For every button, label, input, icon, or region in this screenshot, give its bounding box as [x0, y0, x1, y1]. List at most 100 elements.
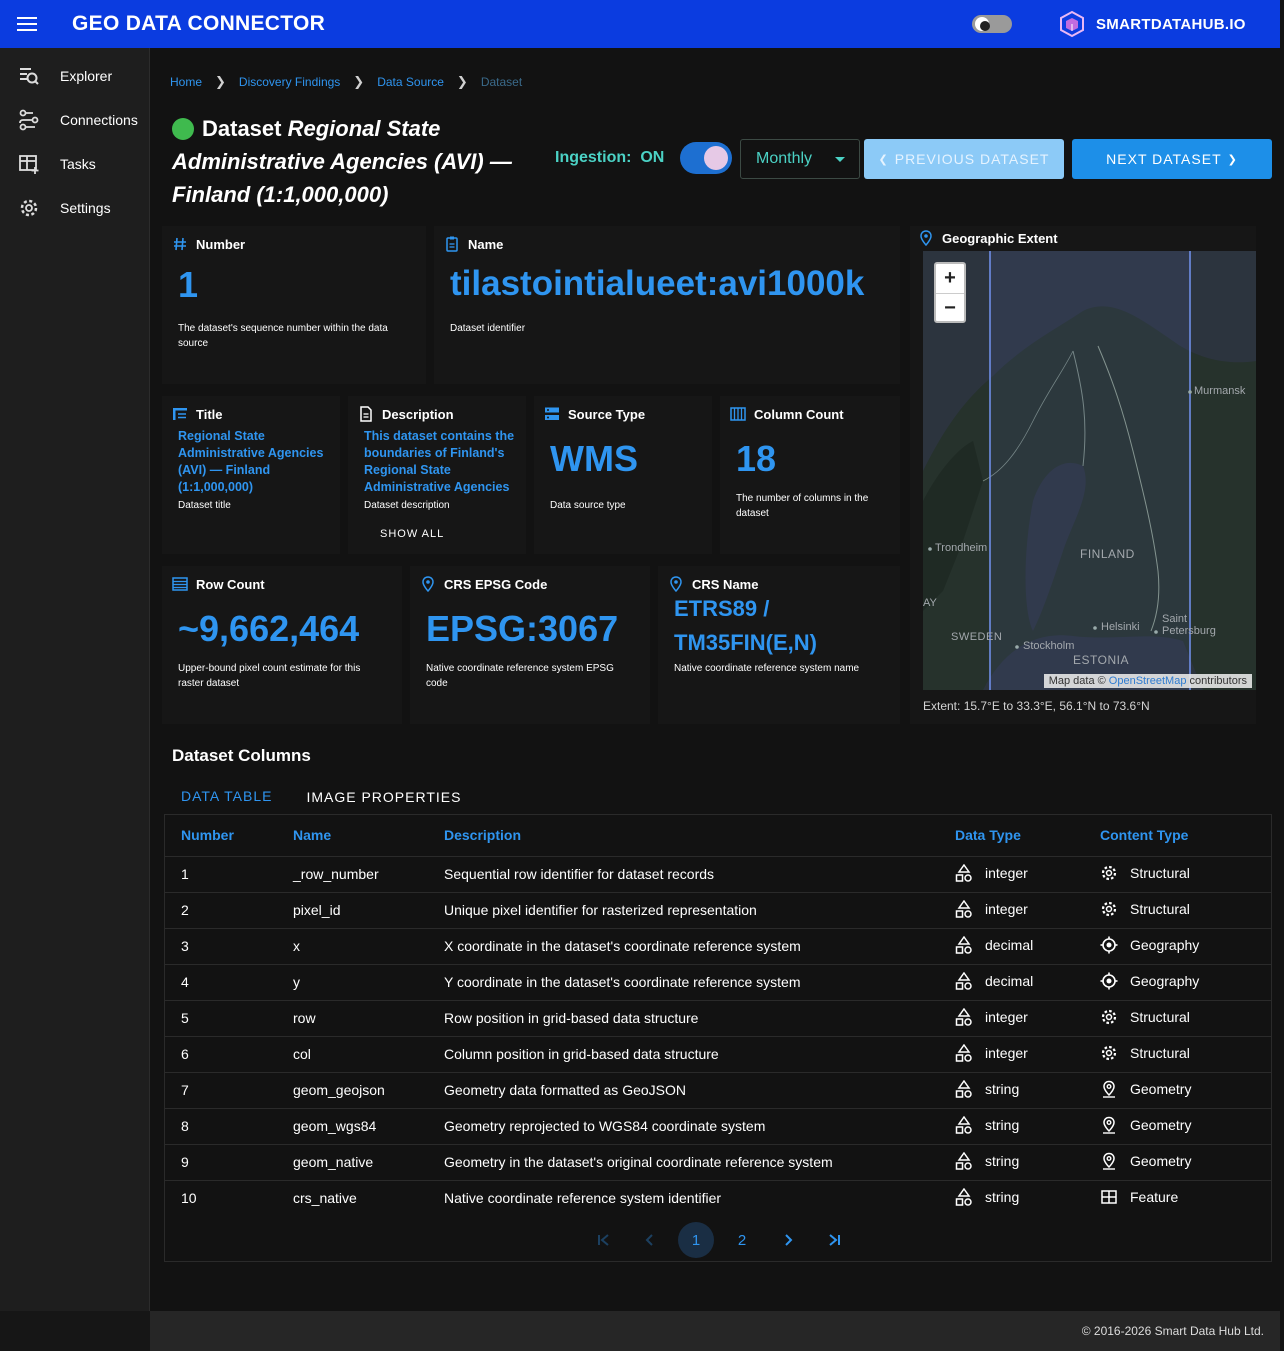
sidebar-item-connections[interactable]: Connections — [0, 98, 149, 142]
card-description: Data source type — [550, 500, 626, 511]
cell-name: row — [293, 1000, 444, 1037]
card-column-count: Column Count 18 The number of columns in… — [720, 396, 900, 554]
previous-dataset-button[interactable]: ❮ PREVIOUS DATASET — [864, 139, 1064, 179]
page-button-1[interactable]: 1 — [678, 1222, 714, 1258]
card-value: WMS — [550, 438, 638, 479]
next-page-button[interactable] — [770, 1222, 806, 1258]
map-place-label: AY — [923, 597, 937, 609]
column-header-data-type[interactable]: Data Type — [955, 815, 1100, 857]
sidebar-item-explorer[interactable]: Explorer — [0, 54, 149, 98]
breadcrumb-discovery-findings[interactable]: Discovery Findings — [239, 75, 340, 89]
table-row[interactable]: 5 row Row position in grid-based data stru… — [165, 1000, 1271, 1037]
card-description: Native coordinate reference system EPSG … — [426, 663, 614, 689]
card-header: Row Count — [172, 576, 265, 592]
cell-description: Unique pixel identifier for rasterized r… — [444, 892, 955, 929]
column-header-content-type[interactable]: Content Type — [1100, 815, 1271, 857]
chevron-left-icon — [645, 1234, 653, 1246]
last-page-icon — [829, 1234, 840, 1246]
sidebar-item-tasks[interactable]: Tasks — [0, 142, 149, 186]
card-description: Dataset description — [364, 500, 450, 511]
cell-content-type: Structural — [1100, 892, 1271, 929]
next-dataset-button[interactable]: NEXT DATASET ❯ — [1072, 139, 1272, 179]
cell-content-type: Structural — [1100, 1000, 1271, 1037]
data-type-shapes-icon — [955, 1115, 973, 1134]
sidebar-item-label: Explorer — [60, 68, 113, 84]
chevron-right-icon: ❯ — [456, 74, 468, 89]
zoom-in-button[interactable]: + — [936, 264, 964, 293]
first-page-button[interactable] — [586, 1222, 622, 1258]
location-pin-icon — [1100, 1080, 1118, 1098]
table-row[interactable]: 8 geom_wgs84 Geometry reprojected to WGS84… — [165, 1108, 1271, 1145]
cell-number: 6 — [165, 1036, 293, 1073]
content-type-label: Geography — [1130, 936, 1200, 953]
document-icon — [360, 406, 372, 422]
card-header: CRS EPSG Code — [420, 576, 547, 592]
page-button-2[interactable]: 2 — [724, 1222, 760, 1258]
rows-icon — [172, 577, 188, 591]
map-view[interactable]: Murmansk Trondheim FINLAND AY SWEDEN Hel… — [923, 251, 1256, 690]
card-crs-epsg: CRS EPSG Code EPSG:3067 Native coordinat… — [410, 566, 650, 724]
breadcrumb-home[interactable]: Home — [170, 75, 202, 89]
card-label: CRS Name — [692, 576, 759, 592]
cell-content-type: Structural — [1100, 1036, 1271, 1073]
ingestion-toggle[interactable] — [680, 142, 732, 174]
data-type-label: string — [985, 1080, 1020, 1097]
sidebar-item-settings[interactable]: Settings — [0, 186, 149, 230]
data-type-shapes-icon — [955, 1007, 973, 1026]
table-row[interactable]: 6 col Column position in grid-based data s… — [165, 1036, 1271, 1073]
column-header-description[interactable]: Description — [444, 815, 955, 857]
columns-tabs: DATA TABLE IMAGE PROPERTIES — [164, 778, 478, 816]
table-row[interactable]: 3xX coordinate in the dataset's coordina… — [165, 928, 1271, 965]
table-row[interactable]: 1 _row_number Sequential row identifier fo… — [165, 856, 1271, 893]
cell-number: 1 — [165, 856, 293, 893]
column-header-number[interactable]: Number — [165, 815, 293, 857]
column-header-name[interactable]: Name — [293, 815, 444, 857]
ingestion-toggle-knob — [704, 146, 728, 170]
tab-image-properties[interactable]: IMAGE PROPERTIES — [289, 778, 478, 816]
gear-icon — [1100, 1008, 1118, 1026]
show-all-button[interactable]: SHOW ALL — [380, 528, 444, 540]
last-page-button[interactable] — [816, 1222, 852, 1258]
chevron-right-icon — [785, 1234, 793, 1246]
tab-data-table[interactable]: DATA TABLE — [164, 778, 290, 816]
previous-page-button[interactable] — [632, 1222, 668, 1258]
breadcrumb-data-source[interactable]: Data Source — [377, 75, 444, 89]
data-type-shapes-icon — [955, 935, 973, 954]
page-title: Dataset Regional State Administrative Ag… — [172, 112, 542, 211]
previous-dataset-label: PREVIOUS DATASET — [894, 151, 1050, 167]
card-description: Native coordinate reference system name — [674, 663, 860, 674]
card-label: Title — [196, 406, 223, 422]
chevron-right-icon: ❯ — [215, 74, 226, 89]
data-type-label: integer — [985, 1008, 1028, 1025]
card-header: Source Type — [544, 406, 645, 422]
connections-icon — [19, 109, 39, 131]
columns-table-container: Number Name Description Data Type Conten… — [164, 814, 1272, 1262]
frequency-select[interactable]: Monthly — [740, 139, 860, 179]
card-label: Description — [382, 406, 454, 422]
cell-number: 10 — [181, 1190, 197, 1207]
table-row[interactable]: 7 geom_geojson Geometry data formatted as … — [165, 1072, 1271, 1109]
table-row[interactable]: 2 pixel_id Unique pixel identifier for ras… — [165, 892, 1271, 929]
page-title-prefix: Dataset — [202, 116, 288, 141]
brand[interactable]: SMARTDATAHUB.IO — [1058, 10, 1246, 38]
location-pin-icon — [670, 576, 682, 592]
cell-content-type: Geography — [1100, 928, 1271, 965]
table-header-row: Number Name Description Data Type Conten… — [165, 815, 1271, 857]
map-place-label: ESTONIA — [1073, 653, 1129, 667]
theme-toggle[interactable] — [972, 15, 1012, 33]
content-type-label: Structural — [1130, 1008, 1190, 1025]
app-title: GEO DATA CONNECTOR — [72, 12, 326, 35]
card-value: This dataset contains the boundaries of … — [364, 429, 515, 494]
zoom-out-button[interactable]: − — [936, 293, 964, 322]
table-row[interactable]: 9 geom_native Geometry in the dataset's or… — [165, 1144, 1271, 1181]
content-type-label: Structural — [1130, 864, 1190, 881]
table-row[interactable]: 4yY coordinate in the dataset's coordina… — [165, 964, 1271, 1001]
table-row[interactable]: 10 crs_native Native coordinate reference … — [165, 1180, 1271, 1216]
data-type-shapes-icon — [955, 1151, 973, 1170]
id-badge-icon — [446, 236, 458, 252]
openstreetmap-link[interactable]: OpenStreetMap — [1109, 675, 1187, 687]
cell-data-type: string — [955, 1180, 1100, 1216]
menu-icon[interactable] — [0, 0, 56, 48]
card-value: 18 — [736, 438, 777, 479]
card-header: Title — [172, 406, 223, 422]
